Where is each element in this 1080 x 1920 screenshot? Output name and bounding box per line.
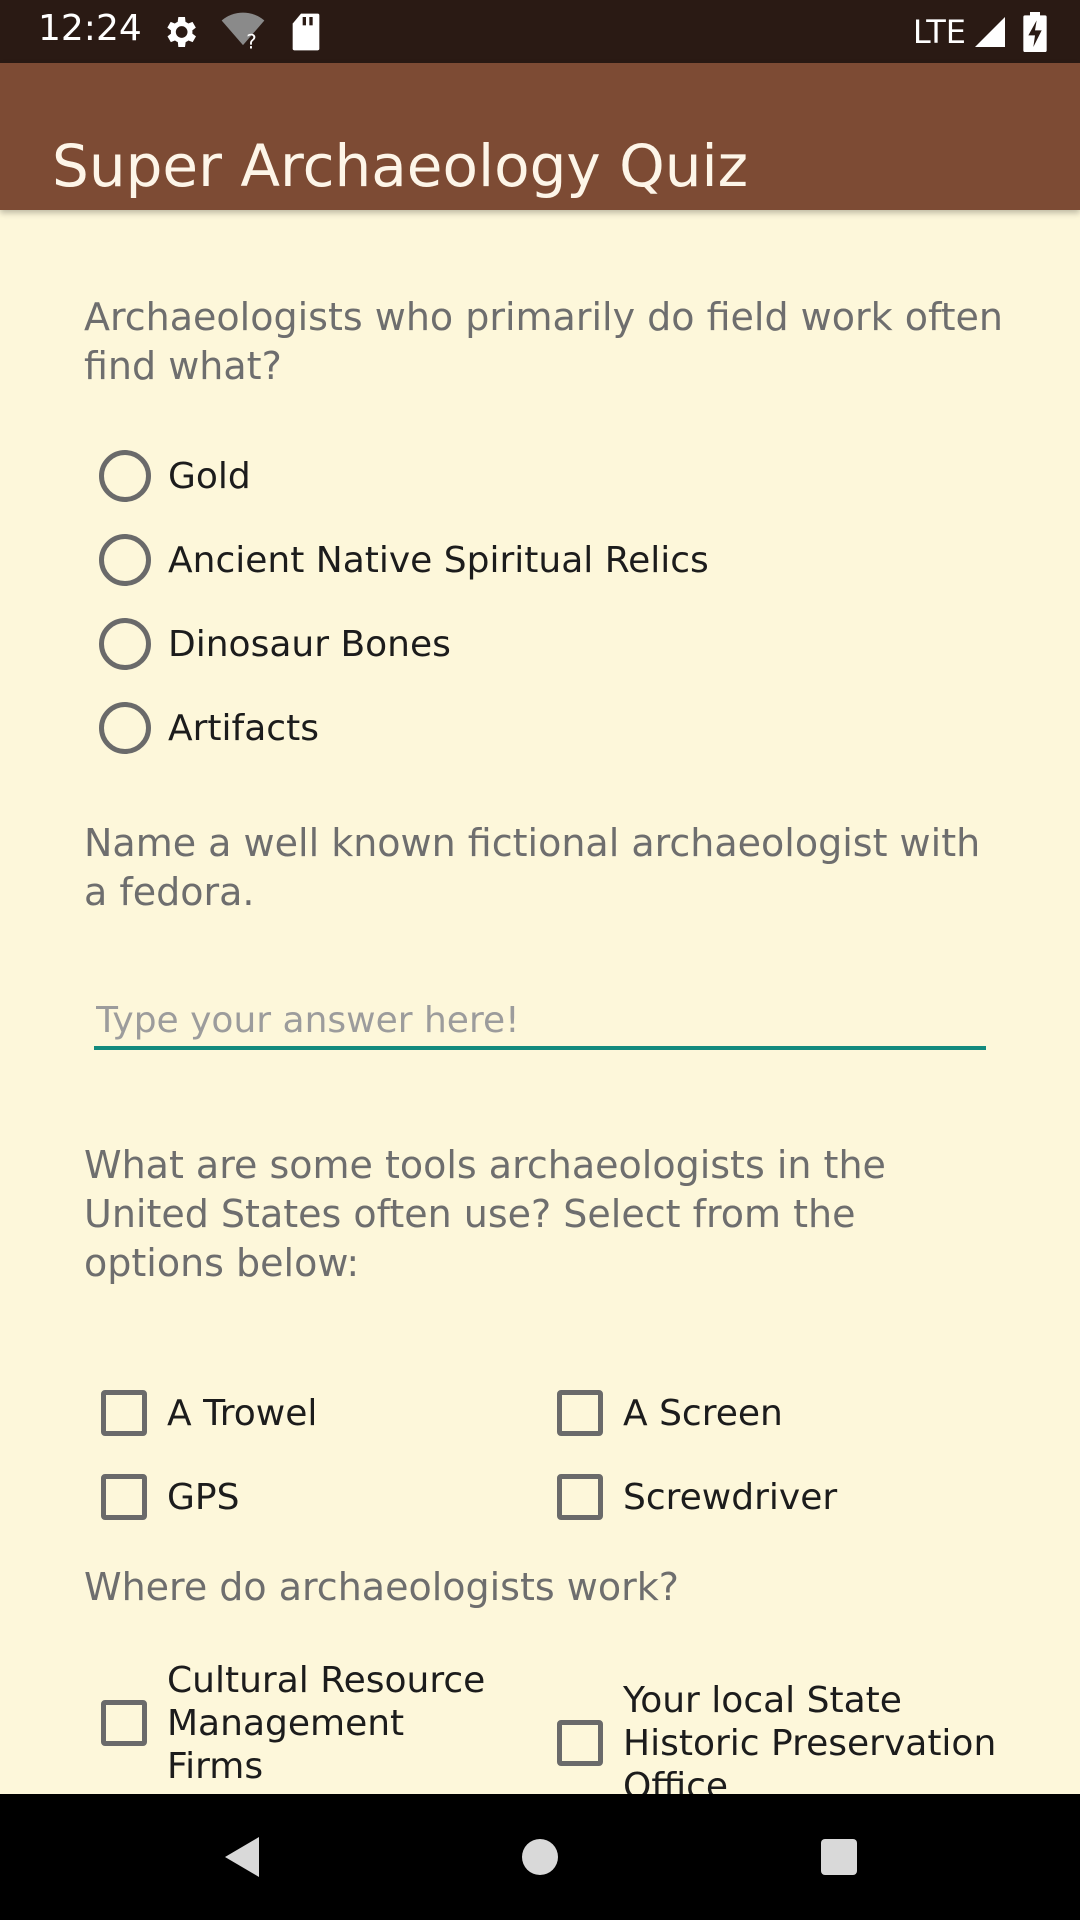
- home-button[interactable]: [507, 1824, 573, 1890]
- question-3-text: What are some tools archaeologists in th…: [84, 1143, 886, 1285]
- question-1-text: Archaeologists who primarily do field wo…: [84, 295, 1004, 388]
- checkbox[interactable]: [101, 1390, 147, 1436]
- checkbox-option-screen[interactable]: A Screen: [557, 1373, 783, 1453]
- sd-card-icon: [292, 13, 320, 51]
- navigation-bar: [0, 1794, 1080, 1920]
- back-button[interactable]: [208, 1824, 274, 1890]
- radio-label: Artifacts: [168, 707, 319, 749]
- radio-button[interactable]: [99, 702, 151, 754]
- checkbox-label: Cultural Resource Management Firms: [167, 1659, 486, 1787]
- status-right: LTE: [913, 8, 1050, 56]
- home-icon: [522, 1839, 558, 1875]
- checkbox[interactable]: [557, 1390, 603, 1436]
- wifi-unknown-icon: ?: [221, 12, 265, 52]
- checkbox[interactable]: [101, 1700, 147, 1746]
- question-2-text: Name a well known fictional archaeologis…: [84, 821, 981, 914]
- checkbox-option-crm-firms[interactable]: Cultural Resource Management Firms: [101, 1660, 507, 1787]
- radio-option-dinosaur-bones[interactable]: Dinosaur Bones: [0, 604, 451, 684]
- svg-text:?: ?: [246, 30, 256, 52]
- checkbox[interactable]: [557, 1720, 603, 1766]
- radio-button[interactable]: [99, 450, 151, 502]
- checkbox-label: GPS: [167, 1476, 240, 1518]
- status-bar: 12:24 ? LTE: [0, 0, 1080, 63]
- checkbox-option-shpo[interactable]: Your local State Historic Preservation O…: [557, 1668, 1023, 1794]
- checkbox-label: A Screen: [623, 1392, 783, 1434]
- radio-option-gold[interactable]: Gold: [0, 436, 251, 516]
- quiz-content[interactable]: Archaeologists who primarily do field wo…: [0, 210, 1080, 1794]
- radio-button[interactable]: [99, 618, 151, 670]
- radio-label: Ancient Native Spiritual Relics: [168, 539, 709, 581]
- status-time: 12:24: [38, 8, 142, 49]
- battery-charging-icon: [1023, 12, 1047, 52]
- radio-button[interactable]: [99, 534, 151, 586]
- network-type: LTE: [912, 13, 966, 51]
- recents-icon: [821, 1839, 857, 1875]
- checkbox[interactable]: [101, 1474, 147, 1520]
- checkbox-option-screwdriver[interactable]: Screwdriver: [557, 1457, 837, 1537]
- question-4-text: Where do archaeologists work?: [84, 1565, 679, 1609]
- signal-icon: [975, 17, 1005, 47]
- checkbox-label: Your local State Historic Preservation O…: [623, 1679, 997, 1795]
- app-title: Super Archaeology Quiz: [52, 132, 749, 200]
- answer-input[interactable]: [94, 994, 986, 1050]
- radio-option-ancient-relics[interactable]: Ancient Native Spiritual Relics: [0, 520, 709, 600]
- checkbox-label: Screwdriver: [623, 1476, 838, 1518]
- checkbox[interactable]: [557, 1474, 603, 1520]
- checkbox-label: A Trowel: [167, 1392, 318, 1434]
- back-icon: [225, 1837, 259, 1877]
- radio-label: Gold: [168, 455, 251, 497]
- app-bar: Super Archaeology Quiz: [0, 63, 1080, 210]
- recents-button[interactable]: [806, 1824, 872, 1890]
- radio-label: Dinosaur Bones: [168, 623, 451, 665]
- settings-icon: [167, 17, 196, 47]
- checkbox-option-gps[interactable]: GPS: [101, 1457, 239, 1537]
- radio-option-artifacts[interactable]: Artifacts: [0, 688, 319, 768]
- checkbox-option-trowel[interactable]: A Trowel: [101, 1373, 317, 1453]
